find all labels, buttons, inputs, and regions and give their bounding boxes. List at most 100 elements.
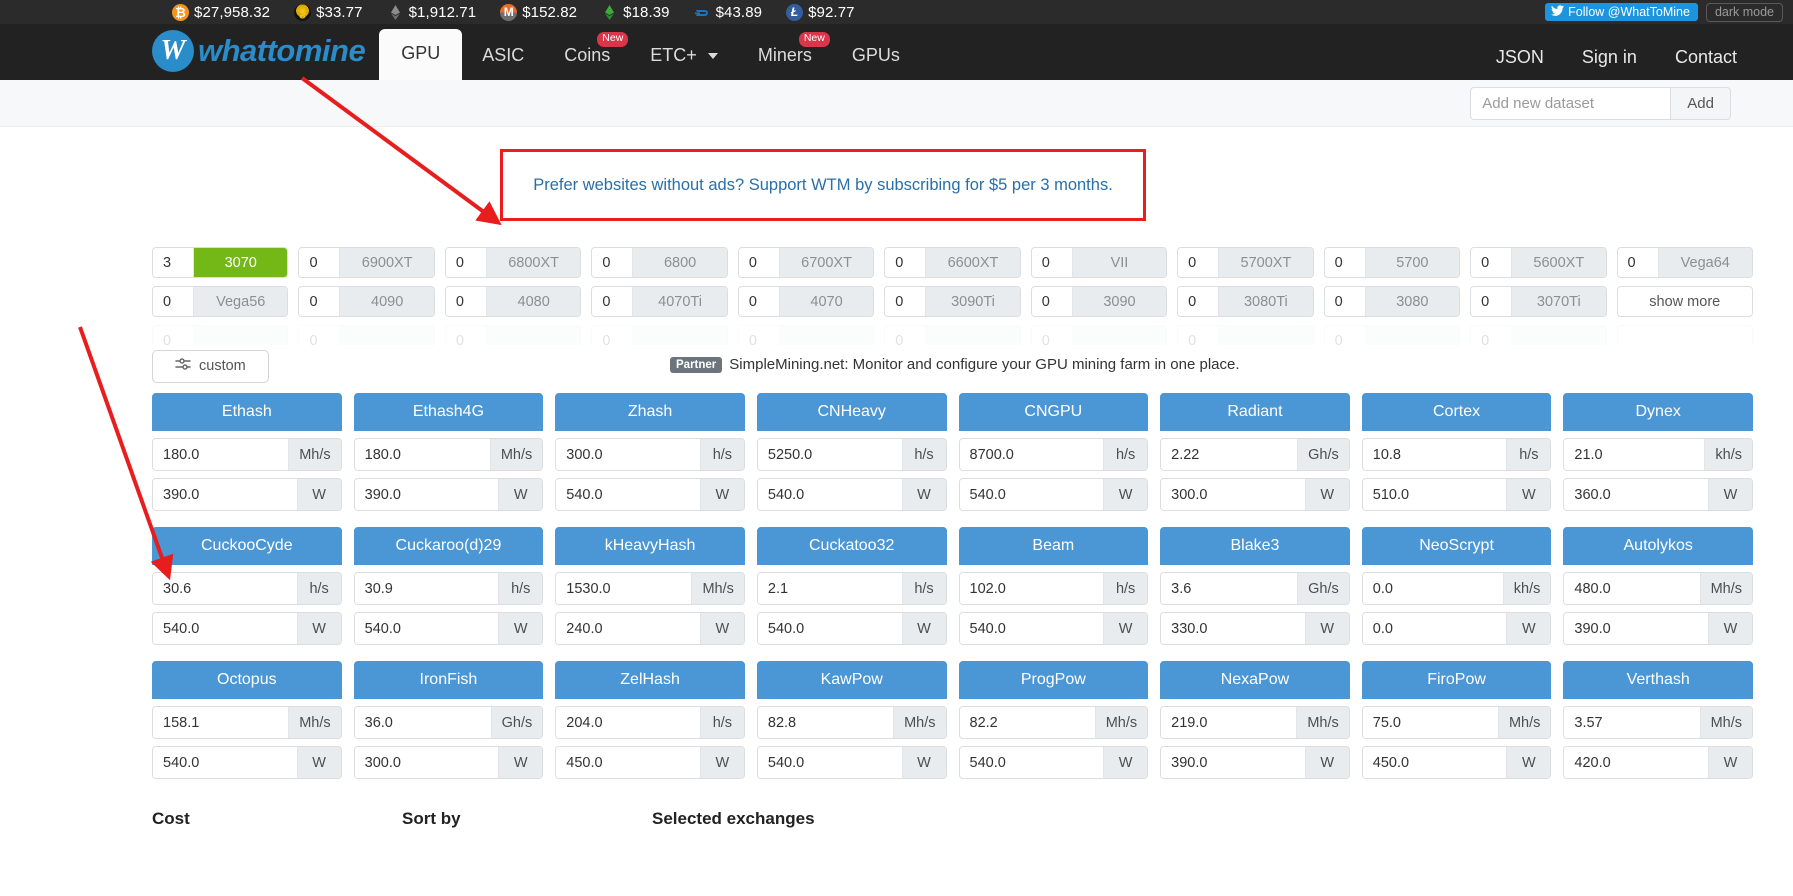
algorithm-name-button-blake3[interactable]: Blake3 (1160, 527, 1350, 565)
gpu-qty-input-vii[interactable] (1031, 248, 1072, 277)
gpu-name-label-[interactable] (339, 326, 434, 345)
hashrate-input-ethash[interactable] (153, 439, 289, 470)
hashrate-input-cuckoocyde[interactable] (153, 573, 297, 604)
algorithm-name-button-ethash[interactable]: Ethash (152, 393, 342, 431)
power-input-ethash[interactable] (153, 479, 297, 510)
algorithm-name-button-octopus[interactable]: Octopus (152, 661, 342, 699)
hashrate-input-cuckaroo-d-29[interactable] (354, 573, 499, 604)
power-input-octopus[interactable] (153, 747, 297, 778)
gpu-cell-5700[interactable]: 5700 (1323, 247, 1461, 278)
power-input-progpow[interactable] (959, 747, 1104, 778)
custom-hardware-button[interactable]: custom (152, 349, 269, 383)
gpu-name-label-vii[interactable]: VII (1071, 248, 1167, 277)
algorithm-name-button-beam[interactable]: Beam (958, 527, 1149, 565)
gpu-name-label-4090[interactable]: 4090 (339, 287, 434, 316)
gpu-qty-input-[interactable] (153, 326, 193, 345)
gpu-cell-6700xt[interactable]: 6700XT (737, 247, 875, 278)
nav-tab-miners[interactable]: Miners New (738, 32, 832, 80)
gpu-name-label-[interactable] (925, 326, 1020, 345)
power-input-blake3[interactable] (1161, 613, 1305, 644)
algorithm-name-button-ethash4g[interactable]: Ethash4G (353, 393, 544, 431)
algorithm-name-button-cuckaroo-d-29[interactable]: Cuckaroo(d)29 (353, 527, 544, 565)
algorithm-name-button-neoscrypt[interactable]: NeoScrypt (1361, 527, 1552, 565)
algorithm-name-button-kawpow[interactable]: KawPow (756, 661, 947, 699)
gpu-name-label-6800xt[interactable]: 6800XT (485, 248, 581, 277)
gpu-cell-3080ti[interactable]: 3080Ti (1177, 286, 1314, 317)
show-more-gpus-button[interactable]: show more (1616, 286, 1753, 317)
gpu-qty-input-[interactable] (738, 326, 779, 345)
gpu-qty-input-4090[interactable] (299, 287, 340, 316)
gpu-qty-input-[interactable] (592, 326, 633, 345)
algorithm-name-button-cuckoocyde[interactable]: CuckooCyde (152, 527, 342, 565)
hashrate-input-ironfish[interactable] (354, 707, 491, 738)
add-dataset-input[interactable] (1470, 86, 1671, 120)
gpu-cell-6900xt[interactable]: 6900XT (298, 247, 435, 278)
power-input-neoscrypt[interactable] (1362, 613, 1507, 644)
gpu-name-label-6900xt[interactable]: 6900XT (339, 248, 434, 277)
gpu-qty-input-vega64[interactable] (1617, 248, 1658, 277)
hashrate-input-cngpu[interactable] (959, 439, 1104, 470)
nav-link-contact[interactable]: Contact (1675, 47, 1737, 68)
gpu-name-label-6600xt[interactable]: 6600XT (925, 248, 1020, 277)
gpu-qty-input-3070[interactable] (153, 248, 193, 277)
gpu-name-label-5700[interactable]: 5700 (1364, 248, 1460, 277)
gpu-name-label-3080[interactable]: 3080 (1364, 287, 1460, 316)
power-input-cortex[interactable] (1362, 479, 1507, 510)
power-input-beam[interactable] (959, 613, 1104, 644)
gpu-cell-3090ti[interactable]: 3090Ti (884, 286, 1021, 317)
gpu-name-label-5600xt[interactable]: 5600XT (1511, 248, 1606, 277)
gpu-name-label-[interactable] (1218, 326, 1313, 345)
hashrate-input-ethash4g[interactable] (354, 439, 490, 470)
algorithm-name-button-firopow[interactable]: FiroPow (1361, 661, 1552, 699)
gpu-name-label-[interactable] (632, 326, 727, 345)
gpu-name-label-3090ti[interactable]: 3090Ti (925, 287, 1020, 316)
gpu-cell-vii[interactable]: VII (1030, 247, 1168, 278)
gpu-name-label-4080[interactable]: 4080 (485, 287, 581, 316)
power-input-cuckaroo-d-29[interactable] (354, 613, 499, 644)
algorithm-name-button-zhash[interactable]: Zhash (555, 393, 745, 431)
hashrate-input-zelhash[interactable] (556, 707, 700, 738)
gpu-cell-4070ti[interactable]: 4070Ti (591, 286, 728, 317)
gpu-qty-input-6600xt[interactable] (885, 248, 926, 277)
hashrate-input-nexapow[interactable] (1161, 707, 1297, 738)
gpu-qty-input-[interactable] (299, 326, 340, 345)
gpu-qty-input-5600xt[interactable] (1471, 248, 1512, 277)
gpu-name-label-[interactable] (1364, 326, 1460, 345)
power-input-zelhash[interactable] (556, 747, 700, 778)
nav-tab-gpus[interactable]: GPUs (832, 35, 920, 80)
power-input-firopow[interactable] (1362, 747, 1507, 778)
gpu-qty-input-4080[interactable] (445, 287, 486, 316)
gpu-qty-input-vega56[interactable] (153, 287, 193, 316)
gpu-qty-input-3090[interactable] (1031, 287, 1072, 316)
gpu-name-label-4070ti[interactable]: 4070Ti (632, 287, 727, 316)
gpu-cell-4080[interactable]: 4080 (444, 286, 582, 317)
power-input-nexapow[interactable] (1161, 747, 1305, 778)
gpu-qty-input-4070[interactable] (738, 287, 779, 316)
gpu-name-label-[interactable] (1071, 326, 1167, 345)
algorithm-name-button-radiant[interactable]: Radiant (1160, 393, 1350, 431)
power-input-zhash[interactable] (556, 479, 700, 510)
gpu-name-label-3090[interactable]: 3090 (1071, 287, 1167, 316)
algorithm-name-button-cngpu[interactable]: CNGPU (958, 393, 1149, 431)
algorithm-name-button-verthash[interactable]: Verthash (1563, 661, 1753, 699)
gpu-cell-6800xt[interactable]: 6800XT (444, 247, 582, 278)
hashrate-input-progpow[interactable] (959, 707, 1095, 738)
gpu-name-label-6800[interactable]: 6800 (632, 248, 727, 277)
algorithm-name-button-dynex[interactable]: Dynex (1563, 393, 1753, 431)
gpu-name-label-3080ti[interactable]: 3080Ti (1218, 287, 1313, 316)
algorithm-name-button-ironfish[interactable]: IronFish (353, 661, 544, 699)
gpu-qty-input-3070ti[interactable] (1471, 287, 1512, 316)
gpu-qty-input-6700xt[interactable] (738, 248, 779, 277)
hashrate-input-autolykos[interactable] (1564, 573, 1700, 604)
algorithm-name-button-cortex[interactable]: Cortex (1361, 393, 1552, 431)
gpu-name-label-5700xt[interactable]: 5700XT (1218, 248, 1313, 277)
dark-mode-toggle[interactable]: dark mode (1705, 2, 1783, 22)
gpu-name-label-[interactable] (193, 326, 288, 345)
algorithm-name-button-cuckatoo32[interactable]: Cuckatoo32 (756, 527, 947, 565)
hashrate-input-beam[interactable] (959, 573, 1104, 604)
gpu-name-label-3070ti[interactable]: 3070Ti (1511, 287, 1606, 316)
gpu-qty-input-[interactable] (885, 326, 926, 345)
hashrate-input-zhash[interactable] (556, 439, 700, 470)
nav-tab-etcplus[interactable]: ETC+ (630, 35, 738, 80)
power-input-cngpu[interactable] (959, 479, 1104, 510)
